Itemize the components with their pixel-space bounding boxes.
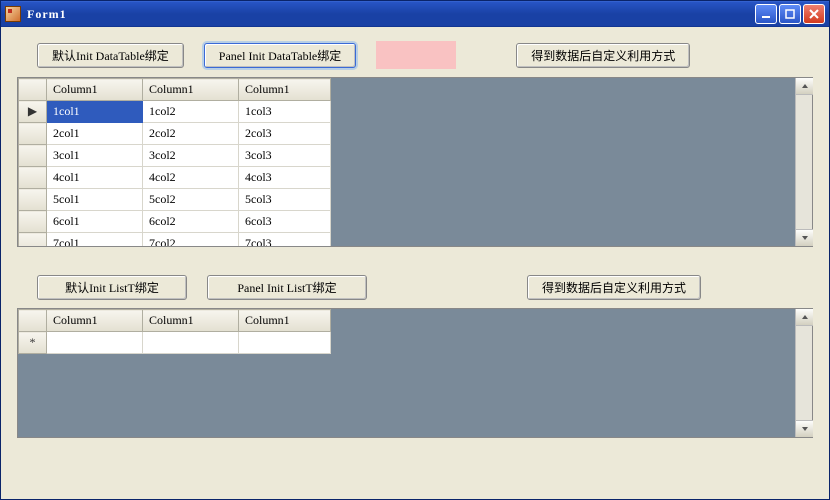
column-header[interactable]: Column1: [47, 310, 143, 332]
column-header[interactable]: Column1: [239, 79, 331, 101]
scroll-down-icon[interactable]: [796, 229, 813, 246]
row-header[interactable]: [19, 145, 47, 167]
row-header[interactable]: ▶: [19, 101, 47, 123]
panel-init-listt-button[interactable]: Panel Init ListT绑定: [207, 275, 367, 300]
close-button[interactable]: [803, 4, 825, 24]
cell[interactable]: [47, 332, 143, 354]
table-row[interactable]: 6col16col26col3: [19, 211, 331, 233]
scroll-up-icon[interactable]: [796, 78, 813, 95]
cell[interactable]: 5col3: [239, 189, 331, 211]
cell[interactable]: 2col3: [239, 123, 331, 145]
cell[interactable]: 4col3: [239, 167, 331, 189]
rowheader-corner[interactable]: [19, 310, 47, 332]
default-init-listt-button[interactable]: 默认Init ListT绑定: [37, 275, 187, 300]
cell[interactable]: 4col2: [143, 167, 239, 189]
panel-init-datatable-button[interactable]: Panel Init DataTable绑定: [204, 43, 356, 68]
table-row[interactable]: 2col12col22col3: [19, 123, 331, 145]
default-init-datatable-button[interactable]: 默认Init DataTable绑定: [37, 43, 184, 68]
pink-panel: [376, 41, 456, 69]
cell[interactable]: 4col1: [47, 167, 143, 189]
cell[interactable]: 3col2: [143, 145, 239, 167]
cell[interactable]: 1col3: [239, 101, 331, 123]
cell[interactable]: 1col2: [143, 101, 239, 123]
table-row[interactable]: 7col17col27col3: [19, 233, 331, 247]
table-row[interactable]: 3col13col23col3: [19, 145, 331, 167]
column-header[interactable]: Column1: [143, 310, 239, 332]
cell[interactable]: 6col1: [47, 211, 143, 233]
cell[interactable]: 5col2: [143, 189, 239, 211]
cell[interactable]: 7col1: [47, 233, 143, 247]
button-row-top: 默认Init DataTable绑定 Panel Init DataTable绑…: [5, 31, 825, 77]
row-header[interactable]: [19, 167, 47, 189]
cell[interactable]: 7col2: [143, 233, 239, 247]
datagrid-top[interactable]: Column1Column1Column1▶1col11col21col32co…: [17, 77, 813, 247]
cell[interactable]: 2col2: [143, 123, 239, 145]
cell[interactable]: 6col3: [239, 211, 331, 233]
minimize-button[interactable]: [755, 4, 777, 24]
cell[interactable]: [143, 332, 239, 354]
cell[interactable]: [239, 332, 331, 354]
table-row[interactable]: ▶1col11col21col3: [19, 101, 331, 123]
column-header[interactable]: Column1: [143, 79, 239, 101]
cell[interactable]: 7col3: [239, 233, 331, 247]
column-header[interactable]: Column1: [239, 310, 331, 332]
row-header[interactable]: [19, 123, 47, 145]
table-row[interactable]: 5col15col25col3: [19, 189, 331, 211]
row-header[interactable]: *: [19, 332, 47, 354]
cell[interactable]: 1col1: [47, 101, 143, 123]
column-header[interactable]: Column1: [47, 79, 143, 101]
custom-use-button-top[interactable]: 得到数据后自定义利用方式: [516, 43, 690, 68]
button-row-bottom: 默认Init ListT绑定 Panel Init ListT绑定 得到数据后自…: [5, 265, 825, 308]
table-row[interactable]: *: [19, 332, 331, 354]
cell[interactable]: 3col1: [47, 145, 143, 167]
cell[interactable]: 3col3: [239, 145, 331, 167]
scrollbar-vertical-bottom[interactable]: [795, 309, 812, 437]
client-area: 默认Init DataTable绑定 Panel Init DataTable绑…: [5, 31, 825, 495]
form-window: Form1 默认Init DataTable绑定 Panel Init Data…: [0, 0, 830, 500]
rowheader-corner[interactable]: [19, 79, 47, 101]
cell[interactable]: 5col1: [47, 189, 143, 211]
app-icon: [5, 6, 21, 22]
scroll-up-icon[interactable]: [796, 309, 813, 326]
window-title: Form1: [27, 7, 755, 22]
cell[interactable]: 2col1: [47, 123, 143, 145]
cell[interactable]: 6col2: [143, 211, 239, 233]
row-header[interactable]: [19, 211, 47, 233]
scroll-down-icon[interactable]: [796, 420, 813, 437]
titlebar[interactable]: Form1: [1, 1, 829, 27]
maximize-button[interactable]: [779, 4, 801, 24]
datagrid-bottom[interactable]: Column1Column1Column1*: [17, 308, 813, 438]
custom-use-button-bottom[interactable]: 得到数据后自定义利用方式: [527, 275, 701, 300]
row-header[interactable]: [19, 233, 47, 247]
row-header[interactable]: [19, 189, 47, 211]
scrollbar-vertical[interactable]: [795, 78, 812, 246]
table-row[interactable]: 4col14col24col3: [19, 167, 331, 189]
